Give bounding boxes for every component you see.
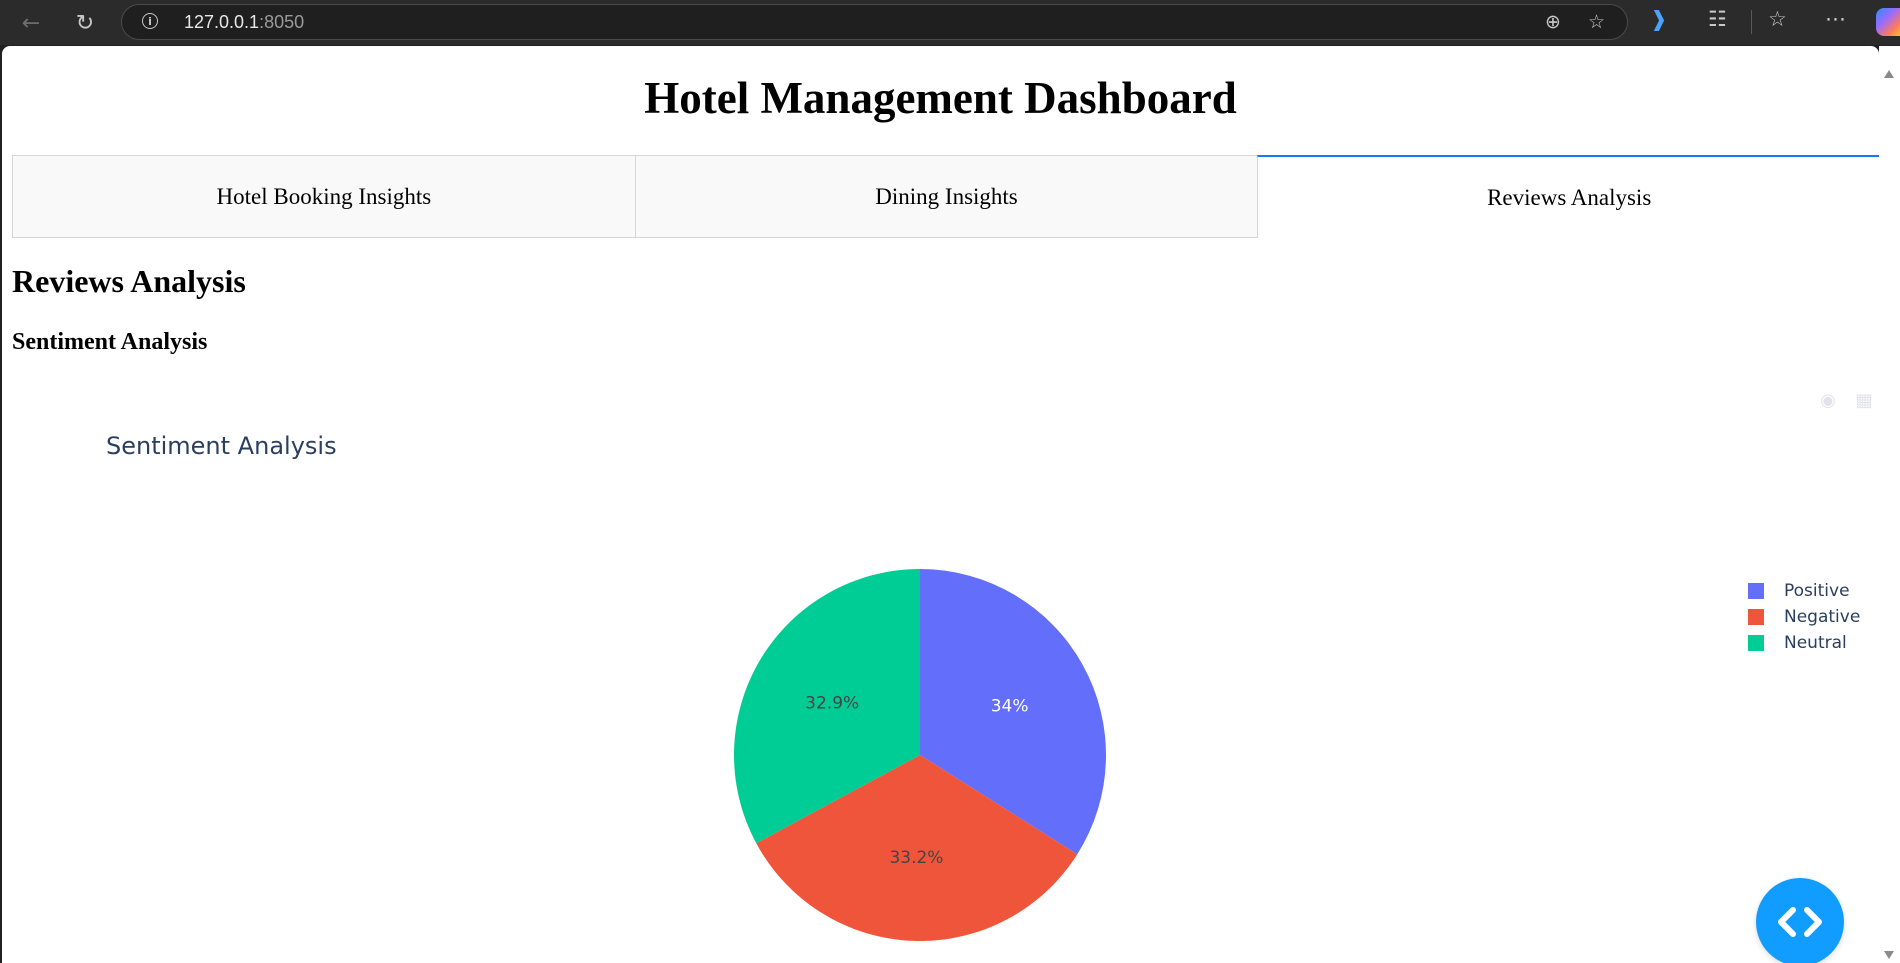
dash-debug-button[interactable] bbox=[1756, 878, 1844, 963]
puzzle-icon[interactable]: ☷ bbox=[1708, 7, 1727, 31]
pie-chart: 34% 33.2% 32.9% bbox=[733, 569, 1106, 941]
legend-swatch bbox=[1748, 609, 1764, 625]
tab-dining-insights[interactable]: Dining Insights bbox=[634, 155, 1258, 238]
scrollbar[interactable] bbox=[1879, 46, 1900, 963]
back-arrow-icon[interactable]: ← bbox=[16, 8, 46, 38]
legend-label: Negative bbox=[1784, 607, 1861, 627]
read-aloud-icon[interactable]: ❱ bbox=[1650, 7, 1668, 31]
browser-toolbar: ← ↻ i 127.0.0.1:8050 ⊕ ☆ ❱ ☷ ☆ ⋯ bbox=[0, 0, 1900, 45]
code-icon bbox=[1778, 907, 1822, 937]
legend-item-neutral[interactable]: Neutral bbox=[1748, 630, 1860, 656]
star-icon[interactable]: ☆ bbox=[1588, 11, 1605, 33]
tab-hotel-booking-insights[interactable]: Hotel Booking Insights bbox=[12, 155, 635, 238]
pie-label-neutral: 32.9% bbox=[805, 694, 859, 714]
pie-label-positive: 34% bbox=[991, 697, 1029, 717]
page-title: Hotel Management Dashboard bbox=[644, 73, 1237, 123]
scroll-down-arrow[interactable] bbox=[1884, 951, 1894, 959]
more-icon[interactable]: ⋯ bbox=[1825, 7, 1846, 31]
legend-swatch bbox=[1748, 635, 1764, 651]
scroll-up-arrow[interactable] bbox=[1884, 70, 1894, 78]
copilot-icon[interactable] bbox=[1876, 8, 1900, 36]
chart-legend: Positive Negative Neutral bbox=[1748, 578, 1860, 656]
zoom-icon[interactable]: ⊕ bbox=[1545, 11, 1561, 33]
legend-item-negative[interactable]: Negative bbox=[1748, 604, 1860, 630]
section-heading: Reviews Analysis bbox=[12, 263, 246, 299]
legend-label: Positive bbox=[1784, 581, 1850, 601]
legend-label: Neutral bbox=[1784, 633, 1847, 653]
info-icon[interactable]: i bbox=[142, 13, 158, 29]
page-viewport: Hotel Management Dashboard Hotel Booking… bbox=[2, 46, 1879, 963]
toolbar-divider bbox=[1751, 10, 1752, 34]
subsection-heading: Sentiment Analysis bbox=[12, 329, 208, 355]
legend-item-positive[interactable]: Positive bbox=[1748, 578, 1860, 604]
pie-label-negative: 33.2% bbox=[889, 848, 943, 868]
tab-reviews-analysis[interactable]: Reviews Analysis bbox=[1257, 155, 1879, 238]
tab-bar: Hotel Booking Insights Dining Insights R… bbox=[12, 155, 1879, 238]
sentiment-graph: ◉ ▦ Sentiment Analysis 34% 33.2% 32.9% Pos… bbox=[12, 380, 1879, 963]
address-bar[interactable]: i 127.0.0.1:8050 ⊕ ☆ bbox=[121, 4, 1628, 40]
url-text[interactable]: 127.0.0.1:8050 bbox=[184, 12, 304, 33]
reload-icon[interactable]: ↻ bbox=[70, 8, 100, 38]
favorites-icon[interactable]: ☆ bbox=[1768, 7, 1787, 31]
legend-swatch bbox=[1748, 583, 1764, 599]
